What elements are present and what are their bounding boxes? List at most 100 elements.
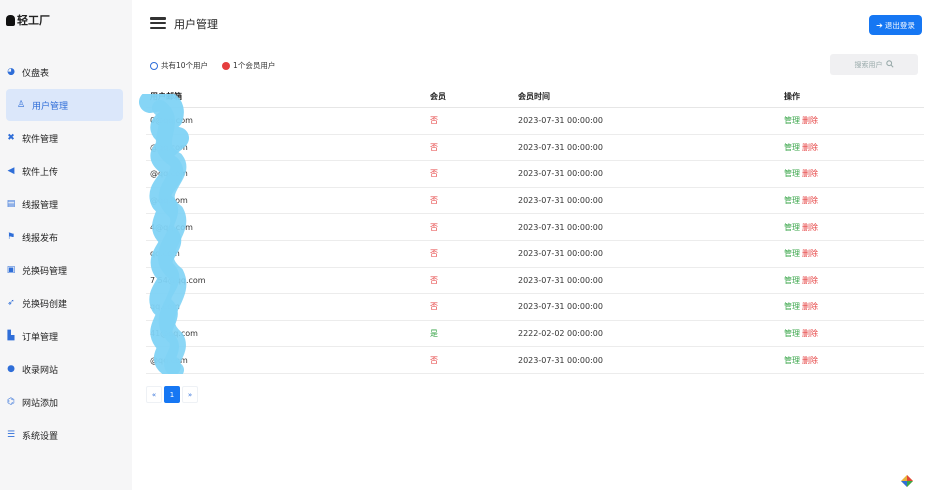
manage-link[interactable]: 管理 [784,301,800,312]
brand-logo-icon [6,14,15,26]
logout-button[interactable]: ➔ 退出登录 [869,15,922,35]
user-icon: ♙ [16,99,26,110]
manage-link[interactable]: 管理 [784,115,800,126]
book-icon: ▙ [7,330,15,341]
email-cell: @qq.com [150,142,188,152]
manage-link[interactable]: 管理 [784,275,800,286]
email-cell: qq.com [150,302,180,312]
sidebar-item-label: 线报管理 [22,200,59,211]
delete-link[interactable]: 删除 [802,301,818,312]
manage-link[interactable]: 管理 [784,222,800,233]
pagination: « 1 » [146,386,198,403]
delete-link[interactable]: 删除 [802,248,818,259]
manage-link[interactable]: 管理 [784,355,800,366]
header: 用户管理 ➔ 退出登录 [132,0,932,46]
sidebar-item-0[interactable]: ◕ 仪盘表 [0,56,123,88]
sidebar-item-label: 软件管理 [22,134,59,145]
member-users-text: 1个会员用户 [233,61,276,70]
member-time-cell: 2023-07-31 00:00:00 [518,116,603,126]
link-icon: ⌬ [7,396,15,407]
member-cell: 否 [430,302,438,312]
sidebar-item-10[interactable]: ⌬ 网站添加 [0,386,123,418]
member-time-cell: 2023-07-31 00:00:00 [518,302,603,312]
col-header-email: 用户邮箱 [150,92,182,101]
actions-cell: 管理 删除 [784,135,818,161]
delete-link[interactable]: 删除 [802,142,818,153]
col-header-member-time: 会员时间 [518,92,550,101]
manage-link[interactable]: 管理 [784,328,800,339]
actions-cell: 管理 删除 [784,161,818,187]
member-time-cell: 2023-07-31 00:00:00 [518,196,603,206]
table-row: @qq.com 否 2023-07-31 00:00:00 管理 删除 [146,135,924,162]
sidebar-item-1[interactable]: ♙ 用户管理 [6,89,123,121]
sidebar-item-7[interactable]: ➶ 兑换码创建 [0,287,123,319]
tools-icon: ✖ [7,132,15,143]
member-time-cell: 2222-02-02 00:00:00 [518,329,603,339]
menu-icon[interactable] [150,17,166,29]
email-cell: @qq.com [150,196,188,206]
gift-icon: ▣ [6,264,16,275]
actions-cell: 管理 删除 [784,347,818,373]
user-summary: 共有10个用户 1个会员用户 [150,60,275,71]
delete-link[interactable]: 删除 [802,115,818,126]
next-page-button[interactable]: » [182,386,198,403]
table-row: qq.com 否 2023-07-31 00:00:00 管理 删除 [146,241,924,268]
send-icon: ◀ [7,165,15,176]
col-header-member: 会员 [430,92,446,101]
table-row: @qq.com 否 2023-07-31 00:00:00 管理 删除 [146,188,924,215]
sidebar-item-label: 仪盘表 [22,68,50,79]
sidebar-item-label: 兑换码创建 [22,299,68,310]
search-input[interactable]: 搜索用户 [830,54,918,75]
manage-link[interactable]: 管理 [784,248,800,259]
manage-link[interactable]: 管理 [784,195,800,206]
sidebar-item-11[interactable]: ☰ 系统设置 [0,419,123,451]
sidebar-item-4[interactable]: ▤ 线报管理 [0,188,123,220]
sidebar-item-label: 网站添加 [22,398,59,409]
member-time-cell: 2023-07-31 00:00:00 [518,249,603,259]
manage-link[interactable]: 管理 [784,142,800,153]
table-row: 41@qq.com 是 2222-02-02 00:00:00 管理 删除 [146,321,924,348]
table-body: 0@qq.com 否 2023-07-31 00:00:00 管理 删除 @qq.com 否… [146,108,924,374]
list-icon: ▤ [6,198,16,209]
email-cell: @qq.com [150,169,188,179]
users-table: 用户邮箱 会员 会员时间 操作 0@qq.com 否 2023-07-31 00:0… [146,86,924,374]
flag-icon: ⚑ [6,231,16,242]
delete-link[interactable]: 删除 [802,168,818,179]
email-cell: @qq.com [150,355,188,365]
sidebar-item-8[interactable]: ▙ 订单管理 [0,320,123,352]
member-cell: 否 [430,169,438,179]
palette-icon: ◕ [7,66,15,77]
sidebar-item-2[interactable]: ✖ 软件管理 [0,122,123,154]
sidebar-item-label: 订单管理 [22,332,59,343]
email-cell: 41@qq.com [150,329,198,339]
email-cell: 7 54@qq.com [150,275,206,285]
member-cell: 否 [430,355,438,365]
delete-link[interactable]: 删除 [802,275,818,286]
sidebar-item-label: 线报发布 [22,233,59,244]
sidebar: 轻工厂 ◕ 仪盘表 ♙ 用户管理 ✖ 软件管理 ◀ 软件上传 ▤ 线报管理 ⚑ 线报发布 ▣ 兑换码管理 ➶… [0,0,132,490]
table-header: 用户邮箱 会员 会员时间 操作 [146,86,924,108]
member-time-cell: 2023-07-31 00:00:00 [518,169,603,179]
page-1-button[interactable]: 1 [164,386,180,403]
sidebar-item-5[interactable]: ⚑ 线报发布 [0,221,123,253]
delete-link[interactable]: 删除 [802,222,818,233]
email-cell: 4@qq.com [150,222,193,232]
actions-cell: 管理 删除 [784,268,818,294]
actions-cell: 管理 删除 [784,294,818,320]
prev-page-button[interactable]: « [146,386,162,403]
member-cell: 否 [430,222,438,232]
sidebar-item-9[interactable]: ● 收录网站 [0,353,123,385]
delete-link[interactable]: 删除 [802,195,818,206]
member-time-cell: 2023-07-31 00:00:00 [518,142,603,152]
delete-link[interactable]: 删除 [802,328,818,339]
member-time-cell: 2023-07-31 00:00:00 [518,275,603,285]
actions-cell: 管理 删除 [784,108,818,134]
email-cell: qq.com [150,249,180,259]
brand[interactable]: 轻工厂 [6,12,50,28]
manage-link[interactable]: 管理 [784,168,800,179]
member-cell: 是 [430,329,438,339]
sidebar-item-3[interactable]: ◀ 软件上传 [0,155,123,187]
sidebar-item-6[interactable]: ▣ 兑换码管理 [0,254,123,286]
delete-link[interactable]: 删除 [802,355,818,366]
member-cell: 否 [430,275,438,285]
